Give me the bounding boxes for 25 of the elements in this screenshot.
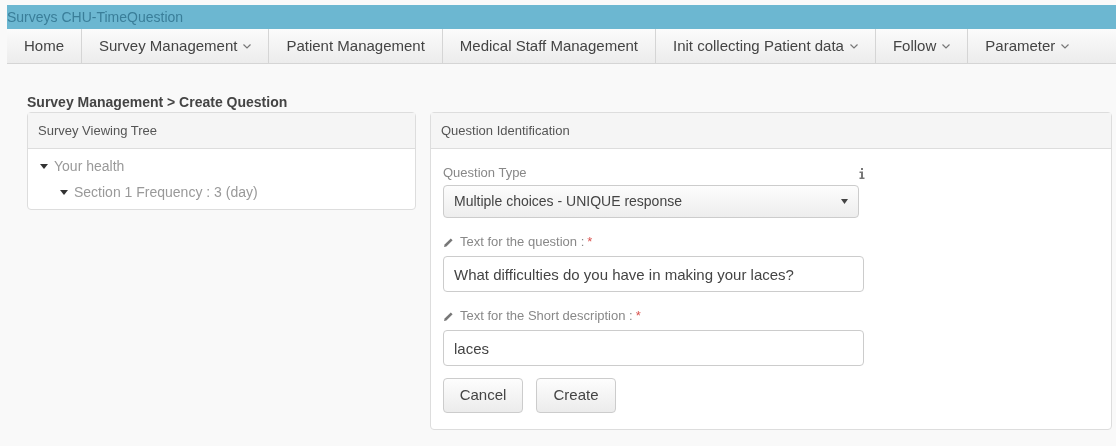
app-title: Surveys CHU-TimeQuestion <box>7 10 184 24</box>
nav-item[interactable]: Parameter <box>968 29 1087 63</box>
text-input[interactable]: What difficulties do you have in making your laces? <box>443 256 864 292</box>
field-label: Text for the Short description : * <box>460 307 641 326</box>
form-button[interactable]: Create <box>536 378 616 413</box>
pencil-icon <box>443 236 454 248</box>
nav-item[interactable]: Follow <box>875 29 969 63</box>
form-button[interactable]: Cancel <box>443 378 523 413</box>
nav-item[interactable]: Survey Management <box>82 29 270 63</box>
caret-down-icon[interactable] <box>40 162 48 170</box>
nav-item[interactable]: Home <box>7 29 82 63</box>
pencil-icon <box>443 310 454 322</box>
nav-item[interactable]: Medical Staff Management <box>442 29 656 63</box>
dropdown-caret-icon <box>841 199 848 204</box>
field-label: Text for the question : * <box>460 233 593 252</box>
nav-item[interactable]: Init collecting Patient data <box>656 29 876 63</box>
nav-item[interactable]: Patient Management <box>269 29 443 63</box>
breadcrumb: Survey Management > Create Question <box>27 93 288 112</box>
question-type-select[interactable]: Multiple choices - UNIQUE response <box>443 185 859 218</box>
panel-title: Question Identification <box>441 121 570 140</box>
info-icon[interactable] <box>859 167 865 179</box>
caret-down-icon[interactable] <box>60 188 68 196</box>
field-label: Question Type <box>443 164 527 183</box>
text-input[interactable]: laces <box>443 330 864 366</box>
panel-title: Survey Viewing Tree <box>38 121 157 140</box>
